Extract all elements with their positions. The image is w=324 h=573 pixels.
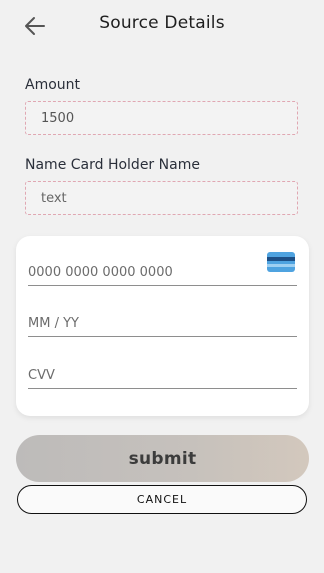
amount-input[interactable] — [39, 109, 297, 127]
amount-label: Amount — [25, 77, 81, 93]
card-holder-field-box — [25, 181, 298, 215]
amount-field-box — [25, 101, 298, 135]
page-title: Source Details — [99, 13, 225, 33]
card-holder-input[interactable] — [39, 189, 297, 207]
card-details-panel — [16, 236, 309, 416]
cvv-row — [28, 358, 297, 389]
credit-card-icon — [267, 252, 295, 272]
expiry-row — [28, 306, 297, 337]
app-header: Source Details — [0, 0, 324, 52]
submit-button[interactable]: submit — [16, 435, 309, 482]
card-holder-label: Name Card Holder Name — [25, 157, 200, 173]
card-number-input[interactable] — [28, 265, 248, 280]
cancel-button[interactable]: CANCEL — [17, 485, 307, 514]
expiry-input[interactable] — [28, 316, 248, 331]
card-number-row — [28, 252, 297, 286]
cvv-input[interactable] — [28, 368, 248, 383]
